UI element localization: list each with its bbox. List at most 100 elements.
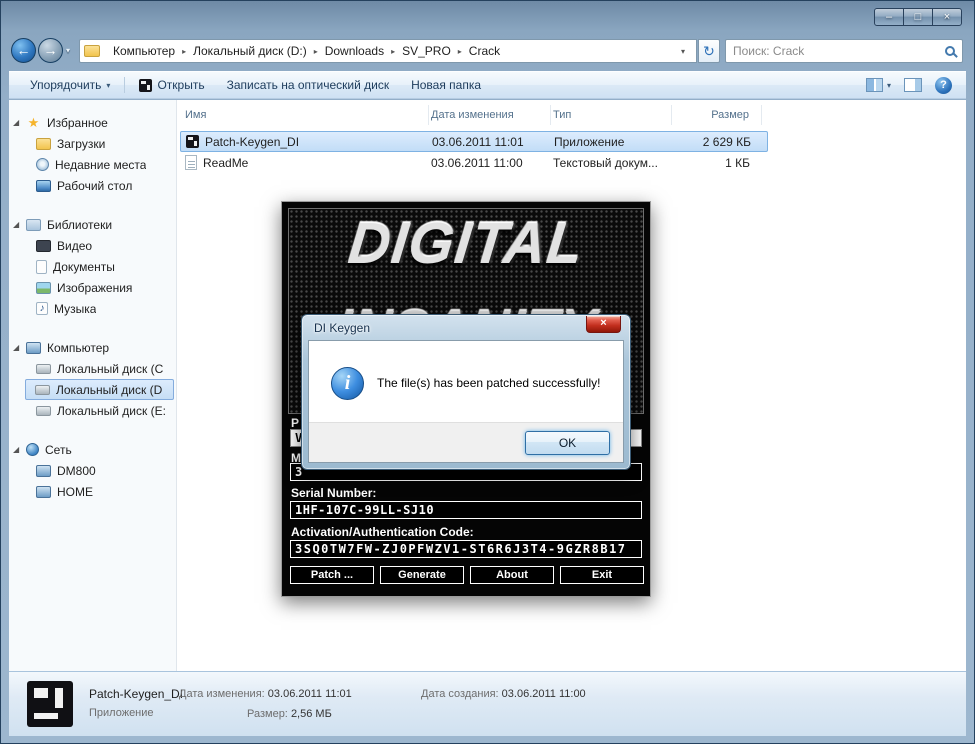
minimize-button[interactable]: – xyxy=(874,8,904,26)
sidebar-item-label: HOME xyxy=(57,484,93,499)
sidebar-item-downloads[interactable]: Загрузки xyxy=(9,133,176,154)
column-header-size[interactable]: Размер xyxy=(672,105,762,125)
network-icon xyxy=(26,443,39,456)
details-file-type: Приложение xyxy=(89,707,154,719)
generate-button[interactable]: Generate xyxy=(380,566,464,584)
expander-icon[interactable]: ◢ xyxy=(13,220,26,229)
breadcrumb-crack[interactable]: Crack xyxy=(462,44,507,58)
details-created-value: 03.06.2011 11:00 xyxy=(501,688,586,700)
help-button[interactable]: ? xyxy=(935,76,952,94)
sidebar-group-computer[interactable]: ◢ Компьютер xyxy=(9,337,176,358)
window-controls: – □ × xyxy=(874,8,962,26)
details-created: Дата создания: 03.06.2011 11:00 xyxy=(421,688,586,700)
file-name: Patch-Keygen_DI xyxy=(205,134,300,149)
sidebar-item-pictures[interactable]: Изображения xyxy=(9,277,176,298)
sidebar-item-music[interactable]: ♪ Музыка xyxy=(9,298,176,319)
dialog-close-button[interactable]: × xyxy=(586,316,621,333)
details-created-label: Дата создания: xyxy=(421,688,499,700)
toolbar-right-group: ▾ ? xyxy=(856,76,952,94)
sidebar-item-disk-e[interactable]: Локальный диск (E: xyxy=(9,400,176,421)
open-button[interactable]: Открыть xyxy=(128,78,215,92)
details-size-label: Размер: xyxy=(247,708,288,720)
change-view-button[interactable]: ▾ xyxy=(865,78,891,92)
documents-icon xyxy=(36,259,47,274)
expander-icon[interactable]: ◢ xyxy=(13,445,26,454)
sidebar-item-documents[interactable]: Документы xyxy=(9,256,176,277)
dialog-message: The file(s) has been patched successfull… xyxy=(377,376,601,390)
folder-icon xyxy=(84,45,100,57)
navigation-pane: ◢ ★ Избранное Загрузки Недавние места Ра… xyxy=(9,100,177,671)
file-date: 03.06.2011 11:01 xyxy=(432,134,524,149)
computer-icon xyxy=(26,341,41,354)
breadcrumb-sv-pro[interactable]: SV_PRO xyxy=(395,44,458,58)
file-name: ReadMe xyxy=(203,155,249,170)
preview-pane-icon xyxy=(904,78,922,92)
breadcrumb-computer[interactable]: Компьютер xyxy=(106,44,182,58)
details-modified-value: 03.06.2011 11:01 xyxy=(267,688,352,700)
folder-icon xyxy=(36,137,51,150)
sidebar-item-label: Локальный диск (E: xyxy=(57,403,166,418)
expander-icon[interactable]: ◢ xyxy=(13,118,26,127)
keygen-serial-label: Serial Number: xyxy=(291,486,377,500)
refresh-button[interactable]: ↻ xyxy=(698,39,720,63)
music-icon: ♪ xyxy=(36,302,48,315)
column-header-date[interactable]: Дата изменения xyxy=(429,105,551,125)
file-size: 2 629 КБ xyxy=(702,134,751,149)
forward-button[interactable]: → xyxy=(38,38,63,63)
search-box[interactable]: Поиск: Crack xyxy=(725,39,963,63)
file-type: Приложение xyxy=(554,134,625,149)
command-bar: Упорядочить ▾ Открыть Записать на оптиче… xyxy=(9,71,966,99)
sidebar-item-videos[interactable]: Видео xyxy=(9,235,176,256)
patch-button[interactable]: Patch ... xyxy=(290,566,374,584)
expander-icon[interactable]: ◢ xyxy=(13,343,26,352)
sidebar-item-disk-d[interactable]: Локальный диск (D xyxy=(25,379,174,400)
organize-button[interactable]: Упорядочить ▾ xyxy=(19,78,121,92)
sidebar-group-network[interactable]: ◢ Сеть xyxy=(9,439,176,460)
address-dropdown-icon[interactable]: ▾ xyxy=(674,47,692,56)
search-input[interactable]: Поиск: Crack xyxy=(733,44,804,58)
search-icon[interactable] xyxy=(945,46,958,58)
sidebar-item-desktop[interactable]: Рабочий стол xyxy=(9,175,176,196)
maximize-button[interactable]: □ xyxy=(903,8,933,26)
breadcrumb-disk-d[interactable]: Локальный диск (D:) xyxy=(186,44,314,58)
sidebar-item-disk-c[interactable]: Локальный диск (C xyxy=(9,358,176,379)
application-icon xyxy=(186,135,199,148)
file-row-readme[interactable]: ReadMe 03.06.2011 11:00 Текстовый докум.… xyxy=(180,152,768,173)
close-button[interactable]: × xyxy=(932,8,962,26)
new-folder-button[interactable]: Новая папка xyxy=(400,78,492,92)
keygen-buttons: Patch ... Generate About Exit xyxy=(290,566,644,584)
keygen-logo-line1: DIGITAL xyxy=(345,211,587,276)
file-row-patch-keygen[interactable]: Patch-Keygen_DI 03.06.2011 11:01 Приложе… xyxy=(180,131,768,152)
file-size: 1 КБ xyxy=(725,155,750,170)
sidebar-group-label: Избранное xyxy=(47,115,108,130)
preview-pane-button[interactable] xyxy=(904,78,922,92)
sidebar-item-dm800[interactable]: DM800 xyxy=(9,460,176,481)
drive-icon xyxy=(36,363,51,374)
sidebar-group-libraries[interactable]: ◢ Библиотеки xyxy=(9,214,176,235)
breadcrumb-downloads[interactable]: Downloads xyxy=(318,44,391,58)
exit-button[interactable]: Exit xyxy=(560,566,644,584)
details-size-value: 2,56 МБ xyxy=(290,708,332,720)
dialog-title: DI Keygen xyxy=(314,321,371,335)
pictures-icon xyxy=(36,281,51,294)
burn-button[interactable]: Записать на оптический диск xyxy=(216,78,401,92)
keygen-serial-field[interactable]: 1HF-107C-99LL-SJ10 xyxy=(290,501,642,519)
sidebar-item-label: Музыка xyxy=(54,301,97,316)
info-icon: i xyxy=(331,367,364,400)
keygen-activation-label: Activation/Authentication Code: xyxy=(291,525,474,539)
column-header-name[interactable]: Имя xyxy=(177,105,429,125)
back-button[interactable]: ← xyxy=(11,38,36,63)
details-size: Размер: 2,56 МБ xyxy=(247,708,332,720)
history-dropdown-icon[interactable]: ▾ xyxy=(66,46,70,55)
about-button[interactable]: About xyxy=(470,566,554,584)
sidebar-item-label: Видео xyxy=(57,238,93,253)
address-bar[interactable]: Компьютер ▸ Локальный диск (D:) ▸ Downlo… xyxy=(79,39,697,63)
explorer-window: – □ × ← → ▾ Компьютер ▸ Локальный диск (… xyxy=(0,0,975,744)
ok-button[interactable]: OK xyxy=(525,431,610,455)
sidebar-group-favorites[interactable]: ◢ ★ Избранное xyxy=(9,112,176,133)
videos-icon xyxy=(36,239,51,252)
keygen-activation-field[interactable]: 3SQ0TW7FW-ZJ0PFWZV1-ST6R6J3T4-9GZR8B17 xyxy=(290,540,642,558)
sidebar-item-recent-places[interactable]: Недавние места xyxy=(9,154,176,175)
sidebar-item-home[interactable]: HOME xyxy=(9,481,176,502)
column-header-type[interactable]: Тип xyxy=(551,105,672,125)
